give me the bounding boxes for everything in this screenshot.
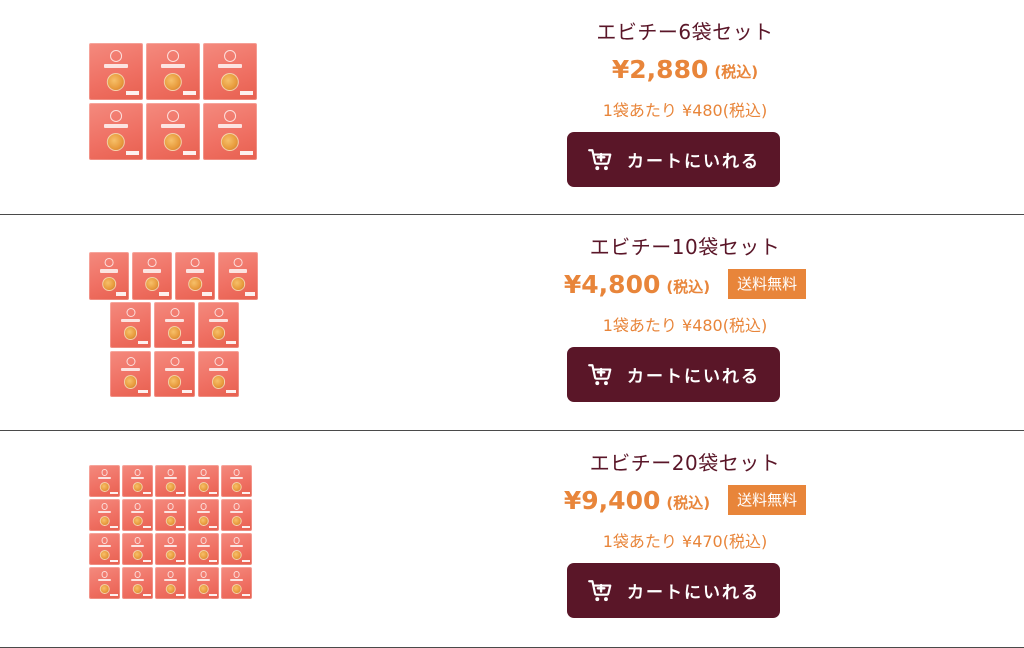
cart-plus-icon (588, 148, 612, 170)
snack-bag-icon (221, 499, 252, 531)
snack-bag-icon (154, 351, 195, 397)
price: ¥4,800 (563, 269, 661, 299)
price-line: ¥9,400 (税込) 送料無料 (346, 483, 1024, 517)
per-bag-price: 1袋あたり ¥470(税込) (602, 532, 768, 551)
free-shipping-badge: 送料無料 (728, 485, 807, 515)
price-line: ¥2,880 (税込) (346, 52, 1024, 86)
product-title: エビチー10袋セット (589, 235, 781, 259)
snack-bag-icon (146, 103, 200, 160)
price: ¥2,880 (611, 54, 709, 84)
snack-bag-icon (89, 499, 120, 531)
snack-bag-icon (89, 252, 129, 300)
snack-bag-icon (218, 252, 258, 300)
snack-bag-icon (89, 43, 143, 100)
tax-label: (税込) (714, 62, 759, 81)
bag-grid-10-top (89, 252, 258, 300)
snack-bag-icon (89, 465, 120, 497)
per-bag-price: 1袋あたり ¥480(税込) (602, 101, 768, 120)
free-shipping-badge: 送料無料 (728, 269, 807, 299)
snack-bag-icon (175, 252, 215, 300)
snack-bag-icon (221, 465, 252, 497)
product-row-20: エビチー20袋セット ¥9,400 (税込) 送料無料 1袋あたり ¥470(税… (0, 431, 1024, 648)
cart-plus-icon (588, 579, 612, 601)
snack-bag-icon (198, 351, 239, 397)
snack-bag-icon (188, 567, 219, 599)
bag-grid-6 (89, 43, 257, 160)
product-image[interactable] (0, 0, 346, 214)
cart-button-label: カートにいれる (627, 367, 760, 387)
per-bag-price: 1袋あたり ¥480(税込) (602, 316, 768, 335)
add-to-cart-button[interactable]: カートにいれる (567, 347, 780, 402)
snack-bag-icon (154, 302, 195, 348)
snack-bag-icon (188, 465, 219, 497)
snack-bag-icon (155, 533, 186, 565)
snack-bag-icon (155, 465, 186, 497)
snack-bag-icon (122, 465, 153, 497)
snack-bag-icon (155, 567, 186, 599)
snack-bag-icon (146, 43, 200, 100)
tax-label: (税込) (666, 277, 711, 296)
product-info: エビチー10袋セット ¥4,800 (税込) 送料無料 1袋あたり ¥480(税… (346, 215, 1024, 430)
bag-grid-20 (89, 465, 252, 599)
cart-plus-icon (588, 363, 612, 385)
product-title: エビチー20袋セット (589, 451, 781, 475)
snack-bag-icon (203, 43, 257, 100)
cart-button-label: カートにいれる (627, 583, 760, 603)
price-line: ¥4,800 (税込) 送料無料 (346, 267, 1024, 301)
product-image[interactable] (0, 215, 346, 430)
snack-bag-icon (221, 567, 252, 599)
product-image[interactable] (0, 431, 346, 647)
snack-bag-icon (122, 567, 153, 599)
snack-bag-icon (155, 499, 186, 531)
snack-bag-icon (198, 302, 239, 348)
price: ¥9,400 (563, 485, 661, 515)
tax-label: (税込) (666, 493, 711, 512)
snack-bag-icon (132, 252, 172, 300)
snack-bag-icon (110, 351, 151, 397)
add-to-cart-button[interactable]: カートにいれる (567, 563, 780, 618)
snack-bag-icon (122, 533, 153, 565)
snack-bag-icon (89, 567, 120, 599)
snack-bag-icon (188, 499, 219, 531)
product-info: エビチー6袋セット ¥2,880 (税込) 1袋あたり ¥480(税込) カート… (346, 0, 1024, 214)
product-title: エビチー6袋セット (596, 20, 774, 44)
snack-bag-icon (122, 499, 153, 531)
product-row-10: エビチー10袋セット ¥4,800 (税込) 送料無料 1袋あたり ¥480(税… (0, 215, 1024, 431)
snack-bag-icon (89, 103, 143, 160)
snack-bag-icon (188, 533, 219, 565)
product-row-6: エビチー6袋セット ¥2,880 (税込) 1袋あたり ¥480(税込) カート… (0, 0, 1024, 215)
snack-bag-icon (221, 533, 252, 565)
add-to-cart-button[interactable]: カートにいれる (567, 132, 780, 187)
bag-grid-10-bottom (110, 302, 239, 397)
snack-bag-icon (89, 533, 120, 565)
cart-button-label: カートにいれる (627, 152, 760, 172)
snack-bag-icon (110, 302, 151, 348)
product-info: エビチー20袋セット ¥9,400 (税込) 送料無料 1袋あたり ¥470(税… (346, 431, 1024, 647)
snack-bag-icon (203, 103, 257, 160)
